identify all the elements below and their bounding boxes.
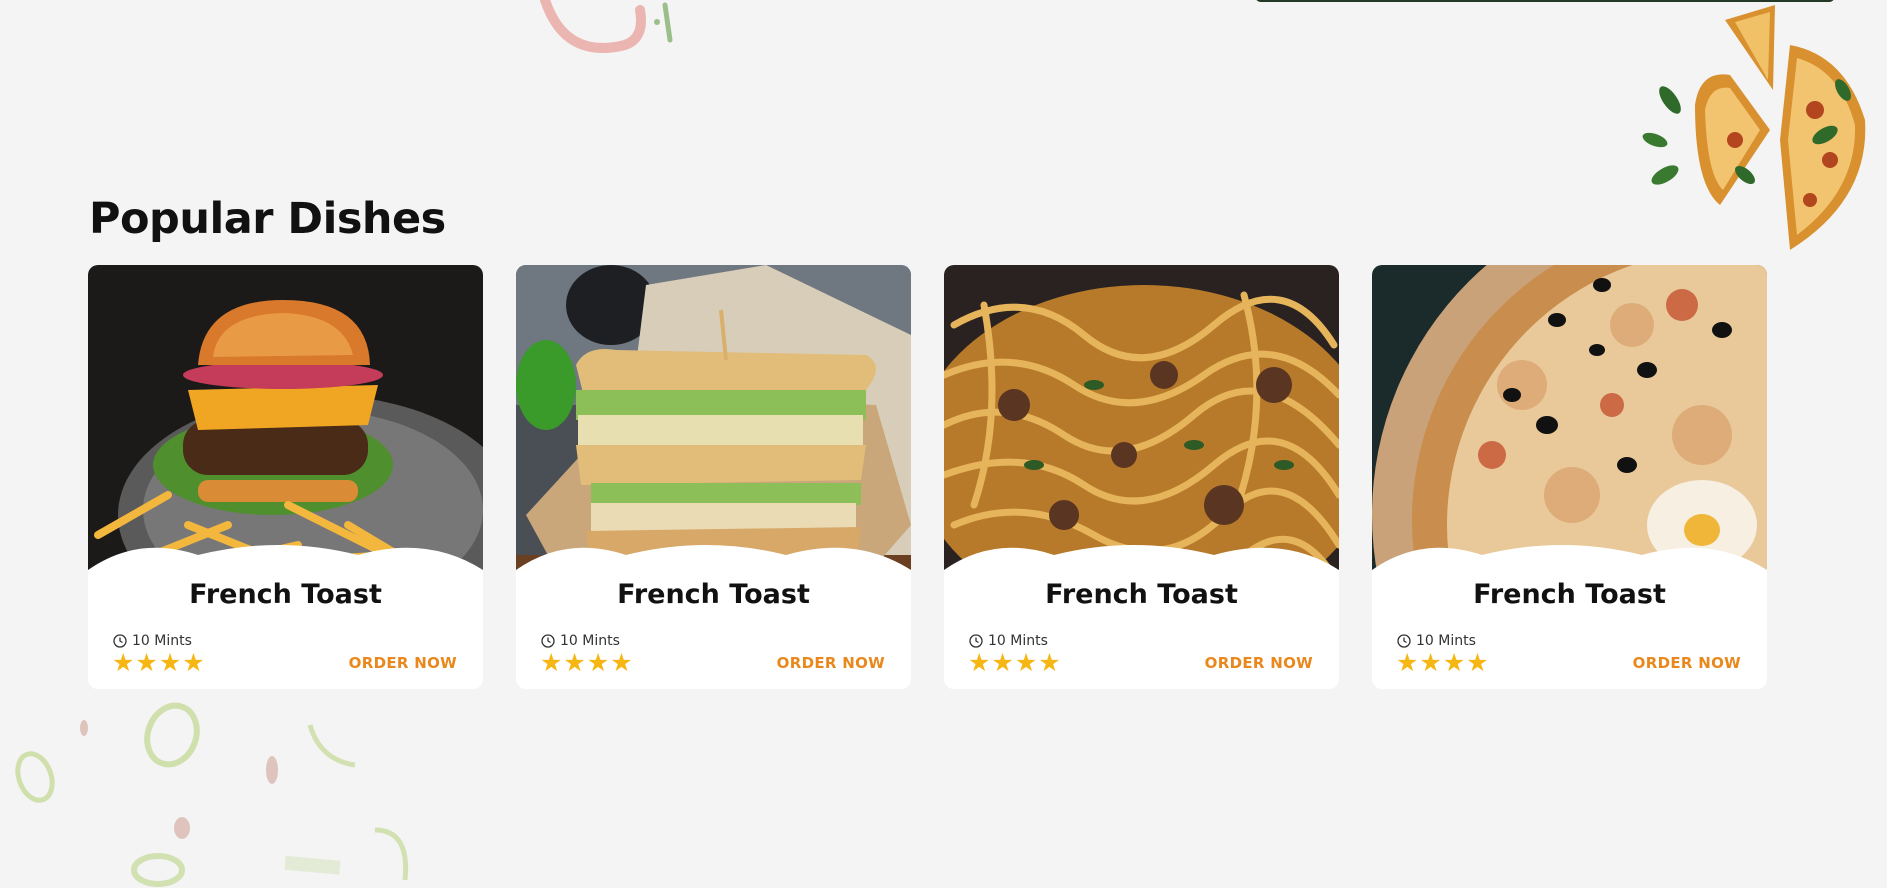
dish-name: French Toast (617, 579, 810, 610)
star-icon: ★ (1038, 648, 1061, 677)
prep-time-label: 10 Mints (1416, 633, 1476, 649)
prep-time-label: 10 Mints (988, 633, 1048, 649)
dish-card[interactable]: French Toast 10 Mints ★ ★ ★ ★ ORDER NOW (516, 265, 911, 689)
order-now-button[interactable]: ORDER NOW (1205, 654, 1313, 672)
order-now-button[interactable]: ORDER NOW (349, 654, 457, 672)
star-icon: ★ (182, 648, 205, 677)
pizza-slices-decoration (1642, 5, 1866, 250)
star-icon: ★ (991, 648, 1014, 677)
prep-time: 10 Mints (969, 633, 1048, 649)
card-wave-shape (88, 545, 483, 605)
clock-icon (541, 634, 555, 648)
star-icon: ★ (135, 648, 158, 677)
onion-rings-decoration (15, 702, 409, 887)
star-icon: ★ (1466, 648, 1489, 677)
order-now-button[interactable]: ORDER NOW (1633, 654, 1741, 672)
prep-time: 10 Mints (1397, 633, 1476, 649)
star-icon: ★ (586, 648, 610, 677)
star-icon: ★ (563, 648, 586, 677)
star-icon: ★ (1442, 648, 1466, 677)
dish-card[interactable]: French Toast 10 Mints ★ ★ ★ ★ ORDER NOW (1372, 265, 1767, 689)
rating-stars: ★ ★ ★ ★ (968, 649, 1061, 677)
dish-name: French Toast (1473, 579, 1666, 610)
dish-name: French Toast (189, 579, 382, 610)
star-icon: ★ (1396, 648, 1419, 677)
rating-stars: ★ ★ ★ ★ (1396, 649, 1489, 677)
section-title: Popular Dishes (89, 194, 446, 244)
rating-stars: ★ ★ ★ ★ (112, 649, 205, 677)
card-wave-shape (516, 545, 911, 605)
prep-time: 10 Mints (113, 633, 192, 649)
card-wave-shape (1372, 545, 1767, 605)
star-icon: ★ (968, 648, 991, 677)
dish-card[interactable]: French Toast 10 Mints ★ ★ ★ ★ ORDER NOW (944, 265, 1339, 689)
clock-icon (969, 634, 983, 648)
rating-stars: ★ ★ ★ ★ (540, 649, 633, 677)
clock-icon (113, 634, 127, 648)
star-icon: ★ (112, 648, 135, 677)
star-icon: ★ (1419, 648, 1442, 677)
pepper-slice-decoration (540, 0, 673, 53)
dish-name: French Toast (1045, 579, 1238, 610)
prep-time: 10 Mints (541, 633, 620, 649)
dish-cards: French Toast 10 Mints ★ ★ ★ ★ ORDER NOW (88, 265, 1768, 689)
prep-time-label: 10 Mints (560, 633, 620, 649)
clock-icon (1397, 634, 1411, 648)
dish-card[interactable]: French Toast 10 Mints ★ ★ ★ ★ ORDER NOW (88, 265, 483, 689)
order-now-button[interactable]: ORDER NOW (777, 654, 885, 672)
star-icon: ★ (1014, 648, 1038, 677)
card-wave-shape (944, 545, 1339, 605)
star-icon: ★ (158, 648, 182, 677)
star-icon: ★ (610, 648, 633, 677)
prep-time-label: 10 Mints (132, 633, 192, 649)
star-icon: ★ (540, 648, 563, 677)
